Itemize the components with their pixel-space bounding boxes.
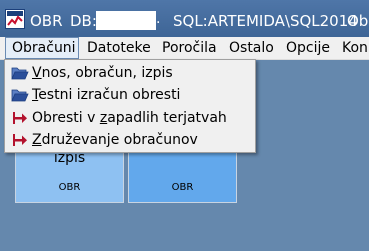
menu-porocila[interactable]: Poročila: [156, 37, 223, 59]
obracuni-dropdown-menu: Vnos, obračun, izpis Testni izračun obre…: [4, 59, 256, 153]
menu-item-vnos-obracun-izpis[interactable]: Vnos, obračun, izpis: [6, 62, 254, 84]
arrow-right-icon: [13, 112, 27, 124]
tile-subtitle: OBR: [58, 182, 81, 193]
menu-obracuni[interactable]: Obračuni: [5, 37, 79, 59]
menu-kon[interactable]: Kon: [336, 37, 369, 59]
menu-obracuni-label: Obračuni: [12, 40, 76, 56]
menu-kon-label: Kon: [342, 40, 368, 56]
menu-opcije-label: Opcije: [286, 40, 330, 56]
sql-server-label: SQL:ARTEMIDA\SQL2014: [173, 12, 358, 30]
menu-item-label: Združevanje obračunov: [32, 132, 198, 148]
menu-item-obresti-v-zapadlih-terjatvah[interactable]: Obresti v zapadlih terjatvah: [6, 107, 254, 129]
menu-ostalo[interactable]: Ostalo: [223, 37, 280, 59]
menu-item-testni-izracun-obresti[interactable]: Testni izračun obresti: [6, 84, 254, 106]
menu-bar: Obračuni Datoteke Poročila Ostalo Opcije…: [0, 37, 369, 60]
tile-subtitle: OBR: [171, 182, 194, 193]
db-dot: .: [156, 11, 161, 27]
arrow-right-icon: [13, 134, 27, 146]
app-name: OBR: [30, 12, 63, 30]
menu-datoteke-label: Datoteke: [87, 40, 151, 56]
menu-item-label: Obresti v zapadlih terjatvah: [32, 110, 227, 126]
menu-datoteke[interactable]: Datoteke: [81, 37, 157, 59]
db-name-field: [96, 11, 156, 30]
folder-open-icon: [11, 67, 29, 80]
folder-open-icon: [11, 89, 29, 102]
menu-porocila-label: Poročila: [162, 40, 217, 56]
db-label: DB:: [70, 12, 97, 30]
app-icon: [5, 9, 25, 29]
menu-item-label: Testni izračun obresti: [32, 87, 181, 103]
menu-opcije[interactable]: Opcije: [280, 37, 336, 59]
menu-ostalo-label: Ostalo: [229, 40, 274, 56]
title-overflow-text: Ob: [347, 12, 369, 30]
title-bar: OBR DB: . SQL:ARTEMIDA\SQL2014 Ob: [0, 0, 369, 37]
menu-item-zdruzevanje-obracunov[interactable]: Združevanje obračunov: [6, 129, 254, 151]
menu-item-label: Vnos, obračun, izpis: [32, 65, 173, 81]
